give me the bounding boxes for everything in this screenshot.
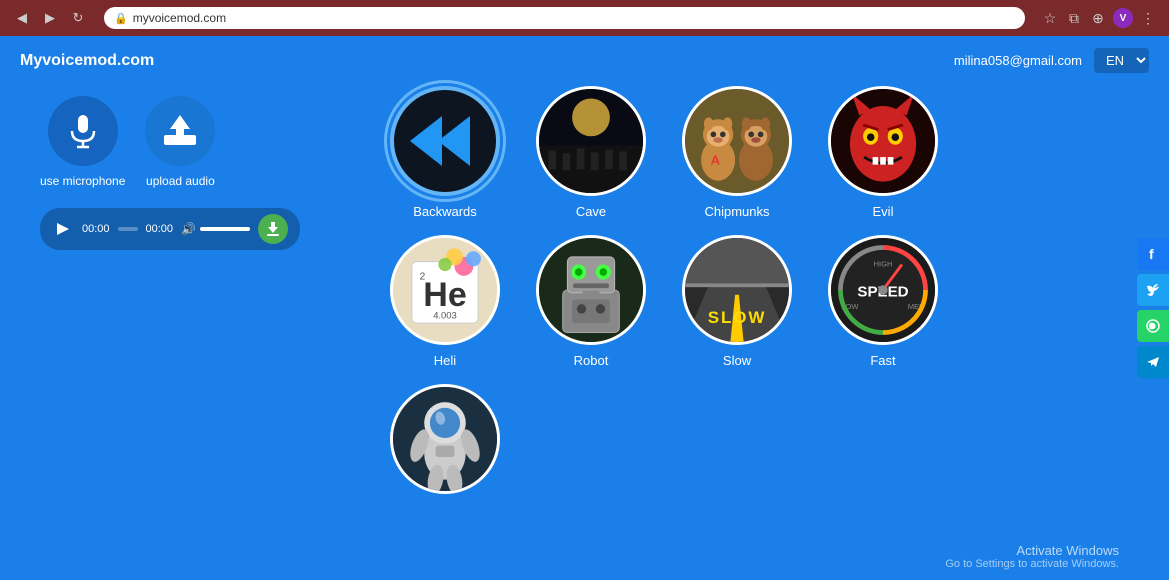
voice-circle-slow: SLOW [682, 235, 792, 345]
use-microphone-button[interactable]: use microphone [40, 96, 125, 188]
voice-grid: Backwards [380, 86, 1109, 502]
slow-icon: SLOW [685, 235, 789, 345]
extensions-icon[interactable]: ⧉ [1065, 9, 1083, 27]
lang-selector[interactable]: EN ES FR [1094, 48, 1149, 73]
refresh-button[interactable]: ↻ [68, 8, 88, 28]
whatsapp-icon [1145, 318, 1161, 334]
voice-circle-fast: HIGH LOW MED SPEED [828, 235, 938, 345]
heli-icon: 2 He 4.003 [393, 235, 497, 345]
upload-label: upload audio [146, 174, 215, 188]
telegram-button[interactable] [1137, 346, 1169, 378]
social-sidebar: f [1137, 238, 1169, 378]
voice-label-slow: Slow [723, 353, 751, 368]
voice-label-robot: Robot [574, 353, 609, 368]
voice-item-heli[interactable]: 2 He 4.003 Heli [380, 235, 510, 368]
volume-icon: 🔊 [181, 222, 196, 236]
whatsapp-button[interactable] [1137, 310, 1169, 342]
play-triangle-icon [57, 223, 69, 235]
svg-text:He: He [423, 276, 466, 314]
evil-icon [831, 86, 935, 196]
voice-item-chipmunks[interactable]: A Chipmunks [672, 86, 802, 219]
voice-circle-robot [536, 235, 646, 345]
voice-circle-backwards [390, 86, 500, 196]
activate-title: Activate Windows [945, 543, 1119, 558]
voice-circle-cave [536, 86, 646, 196]
forward-button[interactable]: ▶ [40, 8, 60, 28]
browser-actions: ☆ ⧉ ⊕ V ⋮ [1041, 8, 1157, 28]
voice-circle-chipmunks: A [682, 86, 792, 196]
facebook-button[interactable]: f [1137, 238, 1169, 270]
voice-label-cave: Cave [576, 204, 606, 219]
voice-row-3 [380, 384, 1109, 502]
voice-label-chipmunks: Chipmunks [704, 204, 769, 219]
audio-player: 00:00 00:00 🔊 [40, 208, 300, 250]
top-bar: Myvoicemod.com milina058@gmail.com EN ES… [0, 36, 1169, 85]
star-icon[interactable]: ☆ [1041, 9, 1059, 27]
download-icon [265, 221, 281, 237]
voice-circle-astronaut [390, 384, 500, 494]
voice-item-slow[interactable]: SLOW Slow [672, 235, 802, 368]
astronaut-icon [393, 384, 497, 494]
voice-item-backwards[interactable]: Backwards [380, 86, 510, 219]
top-right: milina058@gmail.com EN ES FR [954, 48, 1149, 73]
lock-icon: 🔒 [114, 12, 128, 25]
left-panel: use microphone upload audio 00:00 00:00 [40, 96, 320, 250]
voice-row-1: Backwards [380, 86, 1109, 219]
download-button[interactable] [258, 214, 288, 244]
menu-icon[interactable]: ⋮ [1139, 9, 1157, 27]
activate-windows: Activate Windows Go to Settings to activ… [945, 543, 1119, 570]
voice-label-fast: Fast [870, 353, 895, 368]
twitter-icon [1145, 282, 1161, 298]
voice-item-evil[interactable]: Evil [818, 86, 948, 219]
voice-label-evil: Evil [873, 204, 894, 219]
voice-label-backwards: Backwards [413, 204, 477, 219]
browser-chrome: ◀ ▶ ↻ 🔒 myvoicemod.com ☆ ⧉ ⊕ V ⋮ [0, 0, 1169, 36]
backwards-icon [400, 96, 490, 186]
chipmunks-icon: A [685, 86, 789, 196]
progress-bar[interactable] [118, 227, 138, 231]
upload-audio-button[interactable]: upload audio [145, 96, 215, 188]
telegram-icon [1145, 354, 1161, 370]
upload-icon [160, 113, 200, 149]
voice-row-2: 2 He 4.003 Heli [380, 235, 1109, 368]
mic-icon [65, 113, 101, 149]
voice-circle-heli: 2 He 4.003 [390, 235, 500, 345]
play-button[interactable] [52, 218, 74, 240]
cave-icon [539, 86, 643, 196]
profile-icon[interactable]: ⊕ [1089, 9, 1107, 27]
volume-slider[interactable] [200, 227, 250, 231]
voice-item-astronaut[interactable] [380, 384, 510, 502]
time-end: 00:00 [146, 223, 174, 235]
app-logo: Myvoicemod.com [20, 52, 154, 70]
activate-subtitle: Go to Settings to activate Windows. [945, 558, 1119, 570]
url-text: myvoicemod.com [133, 11, 226, 25]
time-start: 00:00 [82, 223, 110, 235]
back-button[interactable]: ◀ [12, 8, 32, 28]
facebook-icon: f [1145, 246, 1161, 262]
voice-item-robot[interactable]: Robot [526, 235, 656, 368]
voice-item-fast[interactable]: HIGH LOW MED SPEED [818, 235, 948, 368]
volume-wrap: 🔊 [181, 222, 250, 236]
ext-icon[interactable]: V [1113, 8, 1133, 28]
voice-circle-evil [828, 86, 938, 196]
app-content: Myvoicemod.com milina058@gmail.com EN ES… [0, 36, 1169, 580]
svg-text:4.003: 4.003 [433, 310, 457, 321]
fast-icon: HIGH LOW MED SPEED [831, 235, 935, 345]
svg-text:HIGH: HIGH [874, 259, 893, 268]
svg-text:A: A [711, 153, 721, 168]
user-email: milina058@gmail.com [954, 53, 1082, 68]
upload-circle [145, 96, 215, 166]
mic-label: use microphone [40, 174, 125, 188]
mic-upload-row: use microphone upload audio [40, 96, 320, 188]
svg-text:f: f [1149, 246, 1154, 262]
robot-icon [539, 235, 643, 345]
url-bar[interactable]: 🔒 myvoicemod.com [104, 7, 1025, 29]
svg-text:SLOW: SLOW [708, 308, 767, 327]
voice-item-cave[interactable]: Cave [526, 86, 656, 219]
mic-circle [48, 96, 118, 166]
twitter-button[interactable] [1137, 274, 1169, 306]
voice-label-heli: Heli [434, 353, 456, 368]
